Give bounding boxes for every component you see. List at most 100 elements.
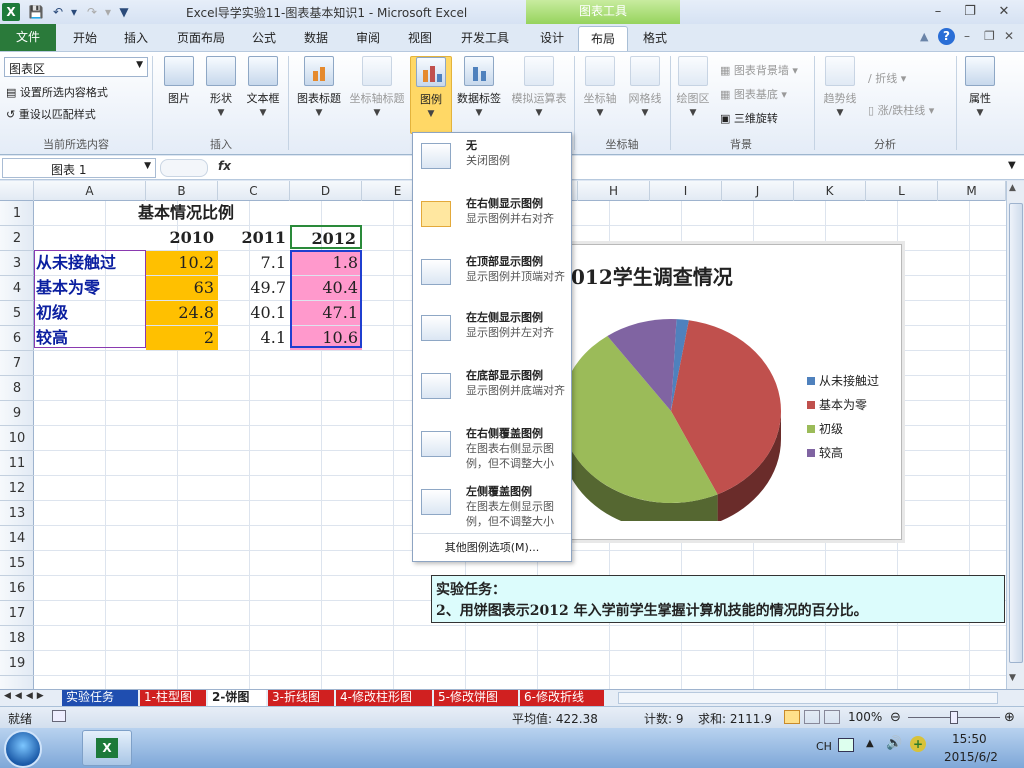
value-cell[interactable]: 49.7 — [218, 276, 290, 300]
expand-formula-icon[interactable]: ▼ — [1008, 160, 1016, 171]
legend-entry[interactable]: 基本为零 — [807, 393, 899, 417]
column-header[interactable]: J — [722, 181, 794, 201]
language-indicator[interactable]: CH — [816, 740, 832, 753]
task-box[interactable]: 实验任务： 2、用饼图表示2012 年入学前学生掌握计算机技能的情况的百分比。 — [431, 575, 1005, 623]
legend-option-top[interactable]: 在顶部显示图例 显示图例并顶端对齐 — [413, 249, 571, 305]
row-header[interactable]: 18 — [0, 626, 34, 651]
legend-option-left[interactable]: 在左侧显示图例 显示图例并左对齐 — [413, 305, 571, 361]
horizontal-scrollbar[interactable] — [618, 692, 998, 704]
column-header[interactable]: A — [34, 181, 146, 201]
tab-review[interactable]: 审阅 — [344, 26, 392, 51]
column-header[interactable]: C — [218, 181, 290, 201]
chart-floor-button[interactable]: ▦ 图表基底 ▾ — [720, 86, 787, 102]
tab-home[interactable]: 开始 — [60, 26, 110, 51]
chart-element-select[interactable]: 图表区 ▼ — [4, 57, 148, 77]
redo-dropdown-icon[interactable]: ▾ — [100, 4, 116, 20]
vertical-scrollbar[interactable]: ▲ ▼ — [1006, 181, 1024, 689]
row-header[interactable]: 11 — [0, 451, 34, 476]
window-restore-icon[interactable]: ❐ — [984, 29, 995, 43]
page-break-view-icon[interactable] — [824, 710, 840, 724]
name-box[interactable]: 图表 1 ▼ — [2, 158, 156, 178]
sheet-tab[interactable]: 3-折线图 — [268, 690, 334, 706]
row-header[interactable]: 17 — [0, 601, 34, 626]
excel-taskbar-button[interactable]: X — [82, 730, 132, 766]
macro-record-icon[interactable] — [52, 710, 66, 722]
row-header[interactable]: 7 — [0, 351, 34, 376]
sheet-tab[interactable]: 实验任务 — [62, 690, 138, 706]
data-labels-button[interactable]: 数据标签 ▼ — [452, 56, 506, 118]
legend-entry[interactable]: 从未接触过 — [807, 369, 899, 393]
value-cell[interactable]: 4.1 — [218, 326, 290, 350]
updown-bars-button[interactable]: ▯ 涨/跌柱线 ▾ — [868, 102, 934, 118]
row-header[interactable]: 1 — [0, 201, 34, 226]
column-header[interactable]: I — [650, 181, 722, 201]
normal-view-icon[interactable] — [784, 710, 800, 724]
customize-quick-access-icon[interactable]: ▼ — [116, 4, 132, 20]
close-icon[interactable]: ✕ — [992, 3, 1016, 21]
row-header[interactable]: 12 — [0, 476, 34, 501]
scroll-thumb[interactable] — [1009, 203, 1023, 663]
formula-input[interactable] — [238, 158, 1004, 178]
3d-rotation-button[interactable]: ▣ 三维旋转 — [720, 110, 778, 126]
help-icon[interactable]: ? — [938, 28, 955, 45]
column-header[interactable]: H — [578, 181, 650, 201]
legend-option-bottom[interactable]: 在底部显示图例 显示图例并底端对齐 — [413, 363, 571, 419]
row-header[interactable]: 10 — [0, 426, 34, 451]
column-header[interactable]: K — [794, 181, 866, 201]
window-minimize-icon[interactable]: – — [964, 29, 970, 43]
chart-legend[interactable]: 从未接触过 基本为零 初级 较高 — [807, 369, 899, 465]
row-header[interactable]: 19 — [0, 651, 34, 676]
window-close-icon[interactable]: ✕ — [1004, 29, 1014, 43]
tab-developer[interactable]: 开发工具 — [450, 26, 520, 51]
column-header[interactable]: M — [938, 181, 1006, 201]
minimize-ribbon-icon[interactable]: ▲ — [920, 30, 928, 43]
axes-button[interactable]: 坐标轴 ▼ — [576, 56, 624, 118]
legend-option-right[interactable]: 在右侧显示图例 显示图例并右对齐 — [413, 191, 571, 247]
value-cell[interactable]: 2 — [146, 326, 218, 350]
value-cell[interactable]: 40.1 — [218, 301, 290, 325]
year-header[interactable]: 2010 — [146, 226, 218, 250]
chevron-down-icon[interactable]: ▼ — [136, 60, 143, 70]
volume-icon[interactable]: 🔊 — [886, 736, 902, 751]
more-legend-options[interactable]: 其他图例选项(M)... — [413, 539, 571, 555]
tab-view[interactable]: 视图 — [396, 26, 444, 51]
sheet-nav-icon[interactable]: ◀◀◀▶ — [4, 691, 48, 701]
value-cell[interactable]: 10.2 — [146, 251, 218, 275]
legend-option-overlay-left[interactable]: 左侧覆盖图例 在图表左侧显示图例，但不调整大小 — [413, 479, 571, 535]
insert-function-icon[interactable]: fx — [218, 159, 231, 173]
chevron-down-icon[interactable]: ▼ — [144, 161, 151, 171]
plot-area-button[interactable]: 绘图区 ▼ — [670, 56, 716, 118]
scroll-up-icon[interactable]: ▲ — [1009, 183, 1016, 193]
undo-icon[interactable]: ↶ — [50, 4, 66, 20]
zoom-out-icon[interactable]: ⊖ — [890, 710, 901, 725]
row-header[interactable]: 5 — [0, 301, 34, 326]
pie-chart[interactable] — [571, 301, 801, 521]
sheet-tab[interactable]: 4-修改柱形图 — [336, 690, 432, 706]
gridlines-button[interactable]: 网格线 ▼ — [622, 56, 668, 118]
legend-option-overlay-right[interactable]: 在右侧覆盖图例 在图表右侧显示图例，但不调整大小 — [413, 421, 571, 477]
legend-entry[interactable]: 较高 — [807, 441, 899, 465]
select-all-corner[interactable] — [0, 181, 34, 201]
zoom-slider-thumb[interactable] — [950, 711, 958, 724]
column-header[interactable]: L — [866, 181, 938, 201]
chart-title-button[interactable]: 图表标题 ▼ — [292, 56, 346, 118]
legend-entry[interactable]: 初级 — [807, 417, 899, 441]
row-header[interactable]: 3 — [0, 251, 34, 276]
page-layout-view-icon[interactable] — [804, 710, 820, 724]
start-button-icon[interactable] — [4, 730, 42, 768]
tab-file[interactable]: 文件 — [0, 24, 56, 51]
legend-option-none[interactable]: 无关闭图例 — [413, 133, 571, 189]
save-icon[interactable]: 💾 — [28, 4, 44, 20]
sheet-tab-active[interactable]: 2-饼图 — [208, 690, 266, 706]
year-header[interactable]: 2012 — [290, 225, 362, 249]
restore-icon[interactable]: ❐ — [958, 3, 982, 21]
trendline-button[interactable]: 趋势线 ▼ — [814, 56, 866, 118]
network-icon[interactable]: + — [910, 736, 926, 752]
tab-format[interactable]: 格式 — [630, 26, 680, 51]
row-header[interactable]: 13 — [0, 501, 34, 526]
row-header[interactable]: 2 — [0, 226, 34, 251]
row-header[interactable]: 8 — [0, 376, 34, 401]
column-header[interactable]: D — [290, 181, 362, 201]
table-title[interactable]: 基本情况比例 — [138, 201, 288, 225]
row-header[interactable]: 6 — [0, 326, 34, 351]
